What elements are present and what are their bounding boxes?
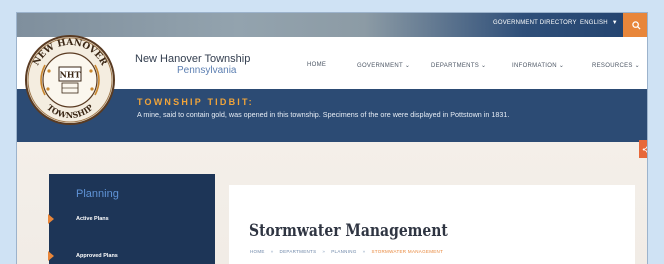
language-selector[interactable]: ENGLISH ▼ xyxy=(580,20,618,26)
breadcrumb-separator: » xyxy=(362,249,366,254)
nav-home[interactable]: HOME xyxy=(307,62,326,68)
svg-text:NHT: NHT xyxy=(60,70,81,80)
share-icon xyxy=(642,145,647,153)
breadcrumb: HOME » DEPARTMENTS » PLANNING » STORMWAT… xyxy=(250,249,443,254)
sidebar-title: Planning xyxy=(76,188,119,200)
site-name[interactable]: New Hanover Township xyxy=(135,53,250,65)
sidebar-item-approved-plans[interactable]: Approved Plans xyxy=(76,253,118,259)
breadcrumb-current: STORMWATER MANAGEMENT xyxy=(371,249,444,254)
browser-viewport: GOVERNMENT DIRECTORY ENGLISH ▼ NEW HANOV… xyxy=(16,12,648,264)
content-card: Stormwater Management HOME » DEPARTMENTS… xyxy=(229,185,635,264)
seal-graphic: NEW HANOVER TOWNSHIP NHT xyxy=(25,35,115,125)
tidbit-text: A mine, said to contain gold, was opened… xyxy=(137,110,510,119)
breadcrumb-separator: » xyxy=(270,249,274,254)
site-state[interactable]: Pennsylvania xyxy=(177,65,236,76)
breadcrumb-departments[interactable]: DEPARTMENTS xyxy=(280,249,317,254)
search-button[interactable] xyxy=(623,13,647,37)
sidebar-item-active-plans[interactable]: Active Plans xyxy=(76,216,109,222)
tidbit-title: TOWNSHIP TIDBIT: xyxy=(137,97,254,107)
section-sidebar: Planning Active Plans Approved Plans xyxy=(48,174,215,264)
search-icon xyxy=(631,20,641,30)
breadcrumb-planning[interactable]: PLANNING xyxy=(331,249,356,254)
breadcrumb-home[interactable]: HOME xyxy=(250,249,265,254)
government-directory-link[interactable]: GOVERNMENT DIRECTORY xyxy=(493,20,577,26)
language-label: ENGLISH xyxy=(580,20,608,26)
share-button[interactable] xyxy=(639,140,647,158)
township-seal-logo[interactable]: NEW HANOVER TOWNSHIP NHT xyxy=(17,25,125,135)
nav-resources[interactable]: RESOURCES ⌄ xyxy=(592,62,640,69)
caret-down-icon: ▼ xyxy=(611,20,618,26)
sidebar-marker-icon xyxy=(48,251,54,261)
main-navbar: NEW HANOVER TOWNSHIP NHT New Hanover Tow… xyxy=(17,35,647,125)
nav-government[interactable]: GOVERNMENT ⌄ xyxy=(357,62,410,69)
nav-departments[interactable]: DEPARTMENTS ⌄ xyxy=(431,62,486,69)
page-title: Stormwater Management xyxy=(249,221,448,241)
breadcrumb-separator: » xyxy=(322,249,326,254)
sidebar-marker-icon xyxy=(48,214,54,224)
nav-information[interactable]: INFORMATION ⌄ xyxy=(512,62,564,69)
